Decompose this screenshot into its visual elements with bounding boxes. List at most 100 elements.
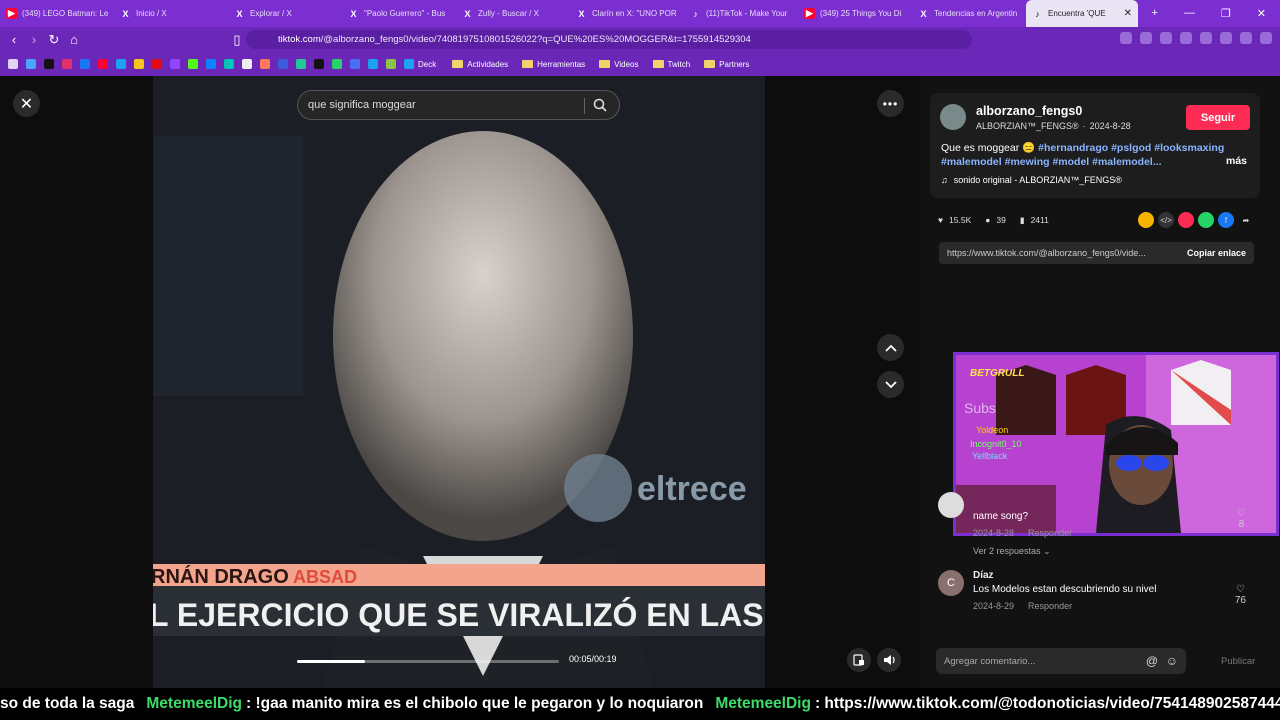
like-button[interactable]: ♥ 15.5K [938,215,971,225]
bookmark-folder-videos[interactable]: Videos [599,60,639,69]
more-link[interactable]: más [1226,155,1247,167]
forward-icon[interactable]: › [24,32,44,47]
home-icon[interactable]: ⌂ [64,32,84,47]
restore-icon[interactable]: ❐ [1221,7,1231,20]
bookmark-folder-actividades[interactable]: Actividades [452,60,508,69]
bookmark-favicon[interactable] [134,59,144,69]
bookmark-favicon[interactable] [26,59,36,69]
video-progress-bar[interactable] [297,660,559,663]
author-username[interactable]: alborzano_fengs0 [976,104,1082,118]
bookmark-favicon[interactable] [278,59,288,69]
bookmark-favicon[interactable] [98,59,108,69]
extension-icon[interactable] [1120,32,1132,44]
bookmark-favicon[interactable] [170,59,180,69]
publish-button[interactable]: Publicar [1221,656,1255,667]
bookmark-favicon[interactable] [242,59,252,69]
menu-icon[interactable] [1260,32,1272,44]
video-search-box[interactable]: que significa moggear [297,90,620,120]
browser-tab[interactable]: X Clarín en X: "UNO POR [570,0,684,27]
browser-tab[interactable]: X Zully - Buscar / X [456,0,570,27]
bookmark-favicon[interactable] [332,59,342,69]
bookmark-favicon[interactable] [260,59,270,69]
previous-video-button[interactable] [877,334,904,361]
bookmark-folder-partners[interactable]: Partners [704,60,749,69]
new-tab-icon[interactable]: + [1151,7,1157,20]
shield-icon[interactable] [1240,32,1252,44]
bookmark-favicon[interactable] [188,59,198,69]
reload-icon[interactable]: ↻ [44,32,64,48]
commenter-avatar[interactable] [938,492,964,518]
bookmark-favicon[interactable] [44,59,54,69]
video-player[interactable]: eltrece RNÁN DRAGO ABSAD L EJERCICIO QUE… [153,76,765,688]
search-icon[interactable] [592,97,608,113]
bookmark-favicon[interactable] [116,59,126,69]
bookmark-favicon[interactable] [206,59,216,69]
bookmark-folder-twitch[interactable]: Twitch [652,60,690,69]
heart-outline-icon: ♡ [1235,584,1245,595]
url-field[interactable]: tiktok.com/@alborzano_fengs0/video/74081… [246,30,972,49]
minimize-icon[interactable]: — [1184,7,1195,20]
browser-tab[interactable]: X Inicio / X [114,0,228,27]
volume-button[interactable] [877,648,901,672]
copy-link-button[interactable]: Copiar enlace [1187,248,1246,258]
bookmark-favicon[interactable] [296,59,306,69]
bookmark-icon[interactable]: ▯ [227,32,247,48]
mention-icon[interactable]: @ [1146,654,1158,668]
embed-icon[interactable]: </> [1158,212,1174,228]
apps-icon[interactable] [8,59,18,69]
browser-tab[interactable]: ♪ (11)TikTok - Make Your [684,0,798,27]
bookmark-favicon[interactable] [350,59,360,69]
comment-input[interactable]: Agregar comentario... @ ☺ [936,648,1186,674]
whatsapp-icon[interactable] [1198,212,1214,228]
reply-button[interactable]: Responder [1028,528,1072,538]
bookmark-favicon[interactable] [314,59,324,69]
comment-like[interactable]: ♡ 8 [1237,508,1246,530]
wallet-icon[interactable] [1200,32,1212,44]
close-icon[interactable]: ✕ [13,90,40,117]
comment-like[interactable]: ♡ 76 [1235,584,1246,606]
bookmark-favicon[interactable] [62,59,72,69]
pip-button[interactable] [847,648,871,672]
back-icon[interactable]: ‹ [4,32,24,47]
window-controls: + — ❐ ✕ [1151,7,1280,20]
next-video-button[interactable] [877,371,904,398]
bookmark-favicon[interactable] [386,59,396,69]
sound-row[interactable]: ♫ sonido original - ALBORZIAN™_FENGS® [941,175,1122,185]
bookmark-favicon[interactable] [224,59,234,69]
view-replies-button[interactable]: Ver 2 respuestas ⌄ [973,546,1072,557]
reply-button[interactable]: Responder [1028,601,1072,611]
browser-tab[interactable]: X "Paolo Guerrero" - Bus [342,0,456,27]
browser-tab[interactable]: ♪ Encuentra 'QUE ✕ [1026,0,1138,27]
browser-tab[interactable]: ▶ (349) LEGO Batman: Le [0,0,114,27]
post-link[interactable]: https://www.tiktok.com/@alborzano_fengs0… [947,248,1146,258]
close-tab-icon[interactable]: ✕ [1124,8,1132,19]
extension-icon[interactable] [1160,32,1172,44]
bookmark-favicon[interactable] [152,59,162,69]
comment-button[interactable]: ● 39 [985,215,1006,225]
bookmark-favicon[interactable] [80,59,90,69]
facebook-icon[interactable]: f [1218,212,1234,228]
music-icon[interactable] [1180,32,1192,44]
share-send-icon[interactable] [1178,212,1194,228]
settings-icon[interactable] [1220,32,1232,44]
commenter-avatar[interactable]: C [938,570,964,596]
bookmark-folder-herramientas[interactable]: Herramientas [522,60,585,69]
browser-tab[interactable]: ▶ (349) 25 Things You Di [798,0,912,27]
bookmark-favicon[interactable] [368,59,378,69]
author-avatar[interactable] [940,104,966,130]
close-window-icon[interactable]: ✕ [1257,7,1266,20]
emoji-picker-icon[interactable]: ☺ [1166,654,1178,668]
follow-button[interactable]: Seguir [1186,105,1250,130]
comment-date: 2024-8-28 [973,528,1015,538]
browser-tab[interactable]: X Explorar / X [228,0,342,27]
save-button[interactable]: ▮ 2411 [1020,215,1049,226]
bookmark-deck[interactable]: Deck [404,59,436,69]
commenter-name[interactable]: Díaz [973,570,1156,581]
browser-tab[interactable]: X Tendencias en Argentin [912,0,1026,27]
share-arrow-icon[interactable]: ➦ [1238,212,1254,228]
tab-label: Encuentra 'QUE [1048,9,1106,18]
more-options-icon[interactable]: ••• [877,90,904,117]
coin-icon[interactable] [1138,212,1154,228]
extension-icon[interactable] [1140,32,1152,44]
folder-icon [704,60,716,68]
